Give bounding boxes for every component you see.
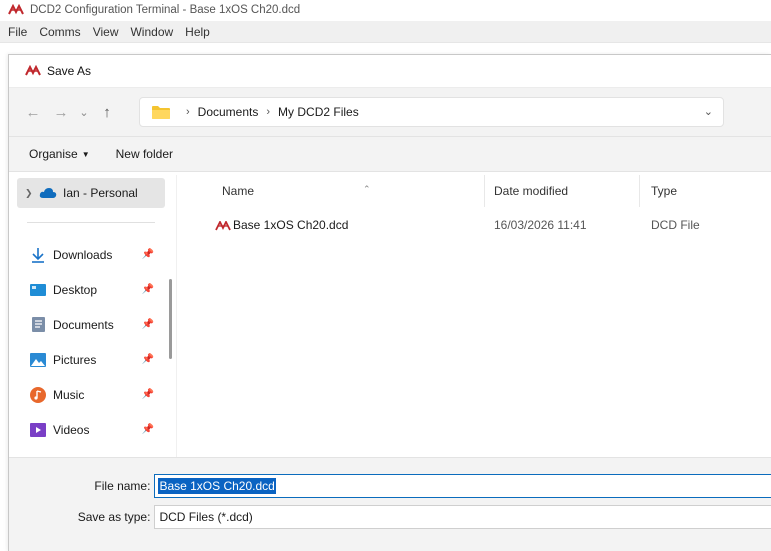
column-header-name[interactable]: Name <box>222 184 254 198</box>
menu-view[interactable]: View <box>87 25 125 39</box>
sidebar-item-label: Ian - Personal <box>63 186 138 200</box>
save-as-type-row: Save as type: DCD Files (*.dcd) <box>9 505 771 529</box>
save-as-type-label: Save as type: <box>77 510 151 524</box>
desktop-icon <box>29 282 47 298</box>
breadcrumb-separator-icon: › <box>266 106 271 118</box>
file-name-row: File name: Base 1xOS Ch20.dcd <box>9 474 771 498</box>
sidebar-item-desktop[interactable]: Desktop 📌 <box>9 272 176 307</box>
column-header-date-modified[interactable]: Date modified <box>494 184 568 198</box>
navigation-bar: ← → ⌄ ↑ › Documents › My DCD2 Files ⌄ <box>9 87 771 137</box>
sidebar-item-label: Downloads <box>53 247 113 262</box>
file-list: ⌃ Name Date modified Type Base 1xOS Ch20… <box>177 175 771 457</box>
dcd-app-icon <box>8 4 24 15</box>
address-bar[interactable]: › Documents › My DCD2 Files ⌄ <box>139 97 724 127</box>
chevron-right-icon[interactable]: ❯ <box>25 188 39 199</box>
sidebar-scrollbar[interactable] <box>169 279 172 359</box>
new-folder-button[interactable]: New folder <box>116 147 173 161</box>
file-date-modified: 16/03/2026 11:41 <box>494 218 587 232</box>
arrow-up-icon[interactable]: ↑ <box>93 98 121 126</box>
pin-icon[interactable]: 📌 <box>142 319 154 330</box>
menu-window[interactable]: Window <box>124 25 179 39</box>
sort-ascending-icon: ⌃ <box>363 184 371 194</box>
breadcrumb-separator-icon: › <box>186 106 190 118</box>
arrow-right-icon[interactable]: → <box>47 98 75 126</box>
file-name-value: Base 1xOS Ch20.dcd <box>158 478 276 494</box>
cloud-icon <box>39 185 57 201</box>
menu-comms[interactable]: Comms <box>33 25 86 39</box>
dialog-title: Save As <box>47 64 92 78</box>
folder-icon <box>152 106 170 119</box>
sidebar-item-videos[interactable]: Videos 📌 <box>9 412 176 447</box>
breadcrumb-my-dcd2-files[interactable]: My DCD2 Files <box>278 105 359 119</box>
breadcrumb-documents[interactable]: Documents <box>198 105 259 119</box>
sidebar-item-label: Videos <box>53 422 90 437</box>
menu-help[interactable]: Help <box>179 25 216 39</box>
sidebar-item-downloads[interactable]: Downloads 📌 <box>9 237 176 272</box>
file-type: DCD File <box>651 218 700 232</box>
arrow-left-icon[interactable]: ← <box>19 98 47 126</box>
save-as-type-value: DCD Files (*.dcd) <box>159 510 253 524</box>
file-name-input[interactable]: Base 1xOS Ch20.dcd <box>154 474 771 498</box>
sidebar-item-documents[interactable]: Documents 📌 <box>9 307 176 342</box>
column-header-type[interactable]: Type <box>651 184 677 198</box>
chevron-down-icon[interactable]: ⌄ <box>75 98 93 126</box>
column-divider[interactable] <box>639 175 640 207</box>
pictures-icon <box>29 352 47 368</box>
organise-label: Organise <box>29 147 78 161</box>
sidebar-item-label: Pictures <box>53 352 97 367</box>
app-titlebar: DCD2 Configuration Terminal - Base 1xOS … <box>0 0 771 20</box>
caret-down-icon: ▼ <box>81 150 90 159</box>
dialog-body: ❯ Ian - Personal Downloads 📌 Desktop 📌 D… <box>9 175 771 457</box>
pin-icon[interactable]: 📌 <box>142 284 154 295</box>
dialog-footer: File name: Base 1xOS Ch20.dcd Save as ty… <box>9 457 771 551</box>
dialog-titlebar[interactable]: Save As <box>9 55 771 87</box>
music-icon <box>29 386 47 403</box>
navigation-pane: ❯ Ian - Personal Downloads 📌 Desktop 📌 D… <box>9 175 177 457</box>
download-icon <box>29 247 47 263</box>
address-dropdown-icon[interactable]: ⌄ <box>704 105 713 118</box>
file-name-label: File name: <box>94 479 151 493</box>
save-as-dialog: Save As ← → ⌄ ↑ › Documents › My DCD2 Fi… <box>8 54 771 551</box>
menu-file[interactable]: File <box>2 25 33 39</box>
documents-icon <box>29 317 47 333</box>
sidebar-item-label: Documents <box>53 317 114 332</box>
pin-icon[interactable]: 📌 <box>142 354 154 365</box>
save-as-type-select[interactable]: DCD Files (*.dcd) <box>154 505 771 529</box>
file-name: Base 1xOS Ch20.dcd <box>233 218 349 232</box>
sidebar-divider <box>27 222 155 223</box>
dcd-app-icon <box>25 65 41 76</box>
videos-icon <box>29 422 47 438</box>
sidebar-item-music[interactable]: Music 📌 <box>9 377 176 412</box>
dialog-toolbar: Organise ▼ New folder <box>9 137 771 172</box>
dcd-file-icon <box>215 221 231 231</box>
file-row[interactable]: Base 1xOS Ch20.dcd 16/03/2026 11:41 DCD … <box>177 215 771 237</box>
pin-icon[interactable]: 📌 <box>142 424 154 435</box>
sidebar-item-label: Music <box>53 387 85 402</box>
column-divider[interactable] <box>484 175 485 207</box>
organise-button[interactable]: Organise ▼ <box>29 147 90 161</box>
menubar: File Comms View Window Help <box>0 21 771 43</box>
pin-icon[interactable]: 📌 <box>142 389 154 400</box>
sidebar-item-pictures[interactable]: Pictures 📌 <box>9 342 176 377</box>
pin-icon[interactable]: 📌 <box>142 249 154 260</box>
sidebar-item-label: Desktop <box>53 282 98 297</box>
column-headers: ⌃ Name Date modified Type <box>177 175 771 207</box>
app-title: DCD2 Configuration Terminal - Base 1xOS … <box>30 4 301 16</box>
sidebar-item-onedrive[interactable]: ❯ Ian - Personal <box>17 178 165 208</box>
